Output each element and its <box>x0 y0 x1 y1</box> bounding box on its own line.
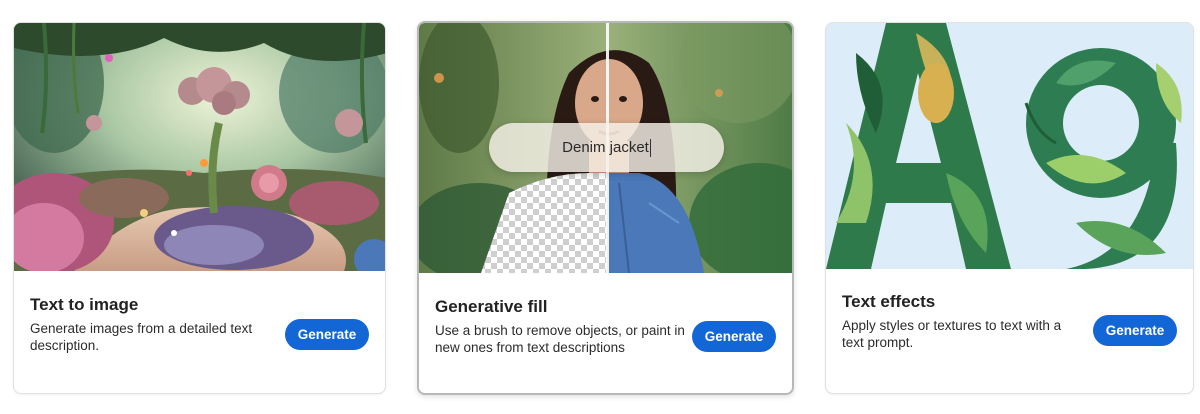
feature-card-text-effects[interactable]: Text effects Apply styles or textures to… <box>825 22 1194 394</box>
generate-button[interactable]: Generate <box>692 321 776 352</box>
fantasy-garden-image <box>14 23 385 271</box>
leafy-letters-image <box>826 23 1193 269</box>
prompt-text: Denim jacket <box>562 139 649 156</box>
text-caret <box>649 138 651 157</box>
card-description: Use a brush to remove objects, or paint … <box>435 323 685 355</box>
generate-button[interactable]: Generate <box>1093 315 1177 346</box>
card-title: Text effects <box>842 292 936 311</box>
feature-card-text-to-image[interactable]: Text to image Generate images from a det… <box>13 22 386 394</box>
generative-fill-portrait-image: Denim jacket <box>419 23 792 273</box>
card-title: Text to image <box>30 295 139 314</box>
card-description: Generate images from a detailed text des… <box>30 321 253 353</box>
card-title: Generative fill <box>435 297 548 316</box>
prompt-input-overlay: Denim jacket <box>489 123 724 172</box>
generate-button[interactable]: Generate <box>285 319 369 350</box>
feature-card-generative-fill[interactable]: Denim jacket Generative fill Use a brush… <box>417 21 794 395</box>
card-description: Apply styles or textures to text with a … <box>842 318 1062 350</box>
